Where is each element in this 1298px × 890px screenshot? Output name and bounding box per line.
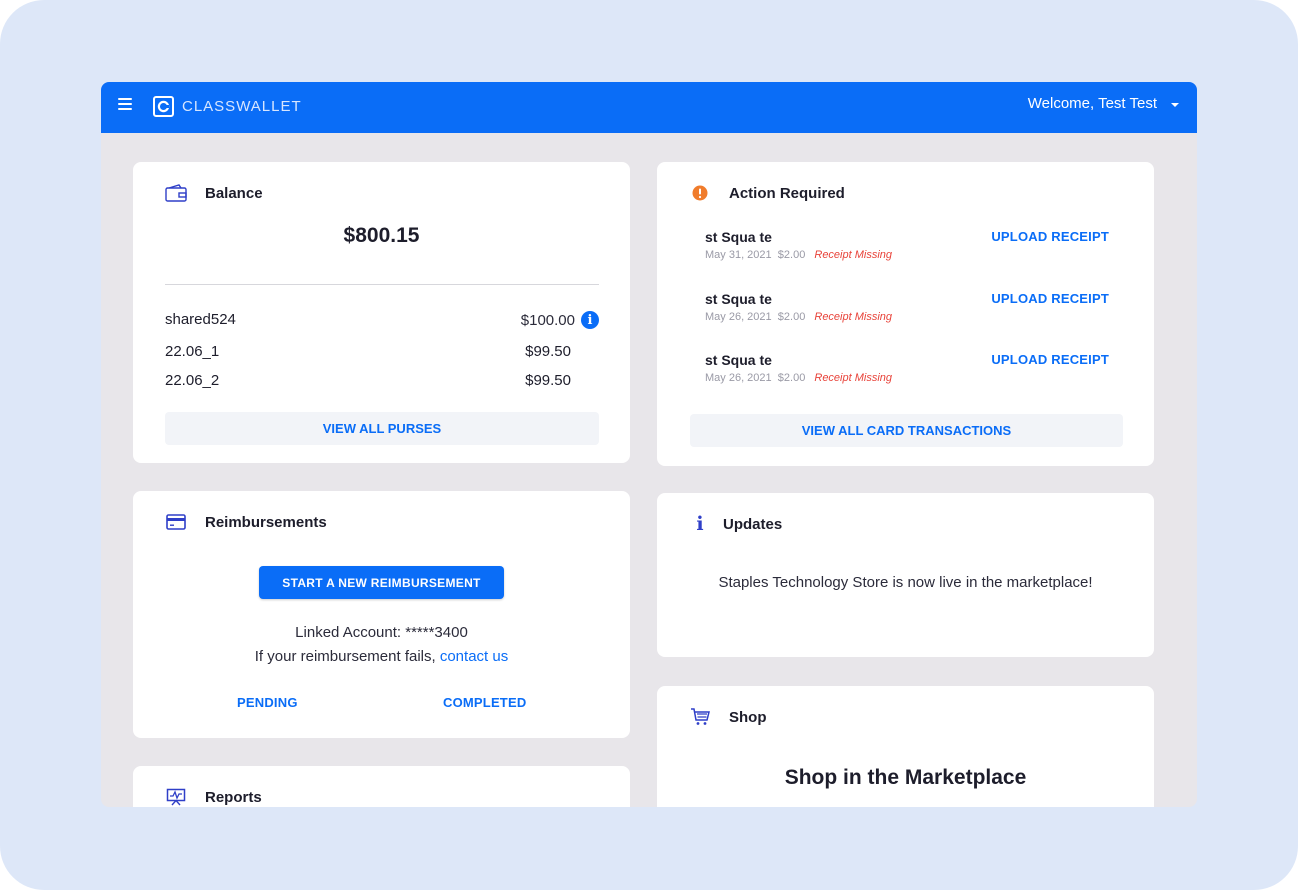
- purse-name: shared524: [165, 311, 236, 328]
- user-menu[interactable]: Welcome, Test Test: [1028, 95, 1179, 112]
- updates-card: i Updates Staples Technology Store is no…: [657, 493, 1154, 657]
- info-icon[interactable]: i: [581, 311, 599, 329]
- shop-title: Shop: [729, 708, 767, 726]
- purse-value: $99.50: [525, 372, 571, 389]
- pending-link[interactable]: PENDING: [237, 695, 298, 710]
- transaction-item: st Squa te May 26, 2021 $2.00 Receipt Mi…: [705, 291, 1109, 323]
- wallet-icon: [165, 182, 187, 204]
- receipt-missing-status: Receipt Missing: [814, 249, 893, 261]
- updates-header: i Updates: [689, 513, 782, 535]
- reimbursements-title: Reimbursements: [205, 513, 327, 531]
- menu-icon[interactable]: [118, 98, 132, 112]
- info-icon: i: [696, 513, 704, 535]
- upload-receipt-button[interactable]: UPLOAD RECEIPT: [991, 352, 1109, 367]
- transaction-item: st Squa te May 26, 2021 $2.00 Receipt Mi…: [705, 352, 1109, 384]
- view-all-purses-button[interactable]: VIEW ALL PURSES: [165, 412, 599, 445]
- balance-amount: $800.15: [343, 224, 420, 247]
- contact-us-link[interactable]: contact us: [440, 648, 508, 665]
- chevron-down-icon: [1171, 102, 1179, 107]
- start-new-reimbursement-button[interactable]: START A NEW REIMBURSEMENT: [259, 566, 504, 599]
- upload-receipt-button[interactable]: UPLOAD RECEIPT: [991, 229, 1109, 244]
- shopping-cart-icon: [689, 706, 711, 728]
- transaction-date: May 26, 2021: [705, 311, 772, 323]
- reimbursement-fail-note: If your reimbursement fails, contact us: [133, 648, 630, 665]
- transaction-item: st Squa te May 31, 2021 $2.00 Receipt Mi…: [705, 229, 1109, 261]
- action-required-header: Action Required: [689, 182, 845, 204]
- classwallet-logo-icon: [153, 96, 174, 117]
- shop-card: Shop Shop in the Marketplace: [657, 686, 1154, 807]
- reimbursements-header: Reimbursements: [165, 511, 327, 533]
- purse-value: $99.50: [525, 343, 571, 360]
- alert-icon: [689, 182, 711, 204]
- linked-account-text: Linked Account: *****3400: [295, 624, 468, 641]
- purse-name: 22.06_1: [165, 343, 220, 360]
- reports-header: Reports: [165, 786, 262, 807]
- transaction-amount: $2.00: [777, 249, 806, 261]
- transaction-meta: May 26, 2021 $2.00 Receipt Missing: [705, 372, 1109, 384]
- receipt-missing-status: Receipt Missing: [814, 311, 893, 323]
- view-all-card-transactions-button[interactable]: VIEW ALL CARD TRANSACTIONS: [690, 414, 1123, 447]
- transaction-date: May 31, 2021: [705, 249, 772, 261]
- action-required-title: Action Required: [729, 184, 845, 202]
- transaction-meta: May 31, 2021 $2.00 Receipt Missing: [705, 249, 1109, 261]
- welcome-text: Welcome, Test Test: [1027, 95, 1157, 112]
- completed-link[interactable]: COMPLETED: [443, 695, 526, 710]
- reports-card: Reports: [133, 766, 630, 807]
- presentation-chart-icon: [165, 786, 187, 807]
- brand-name: CLASSWALLET: [182, 98, 302, 115]
- app-window: CLASSWALLET Welcome, Test Test Balance $…: [101, 82, 1197, 807]
- purse-name: 22.06_2: [165, 372, 220, 389]
- balance-header: Balance: [165, 182, 263, 204]
- update-message: Staples Technology Store is now live in …: [718, 574, 1093, 591]
- upload-receipt-button[interactable]: UPLOAD RECEIPT: [991, 291, 1109, 306]
- transaction-meta: May 26, 2021 $2.00 Receipt Missing: [705, 311, 1109, 323]
- purse-row: shared524 $100.00 i: [165, 311, 599, 329]
- reimbursements-card: Reimbursements START A NEW REIMBURSEMENT…: [133, 491, 630, 738]
- transaction-amount: $2.00: [777, 372, 806, 384]
- transaction-date: May 26, 2021: [705, 372, 772, 384]
- top-navbar: CLASSWALLET Welcome, Test Test: [101, 82, 1197, 133]
- balance-title: Balance: [205, 184, 263, 202]
- purse-value: $100.00: [520, 311, 575, 329]
- action-required-card: Action Required st Squa te May 31, 2021 …: [657, 162, 1154, 466]
- divider: [165, 284, 599, 285]
- transaction-amount: $2.00: [777, 311, 806, 323]
- updates-title: Updates: [723, 515, 783, 533]
- reports-title: Reports: [205, 788, 262, 806]
- credit-card-icon: [165, 511, 187, 533]
- shop-headline: Shop in the Marketplace: [784, 766, 1027, 789]
- receipt-missing-status: Receipt Missing: [814, 372, 893, 384]
- purse-row: 22.06_2 $99.50: [165, 372, 571, 389]
- shop-header: Shop: [689, 706, 767, 728]
- balance-card: Balance $800.15 shared524 $100.00 i 22.0…: [133, 162, 630, 463]
- purse-value-group: $100.00 i: [521, 311, 599, 329]
- purse-row: 22.06_1 $99.50: [165, 343, 571, 360]
- page-background: CLASSWALLET Welcome, Test Test Balance $…: [0, 0, 1298, 890]
- fail-text: If your reimbursement fails,: [254, 648, 436, 665]
